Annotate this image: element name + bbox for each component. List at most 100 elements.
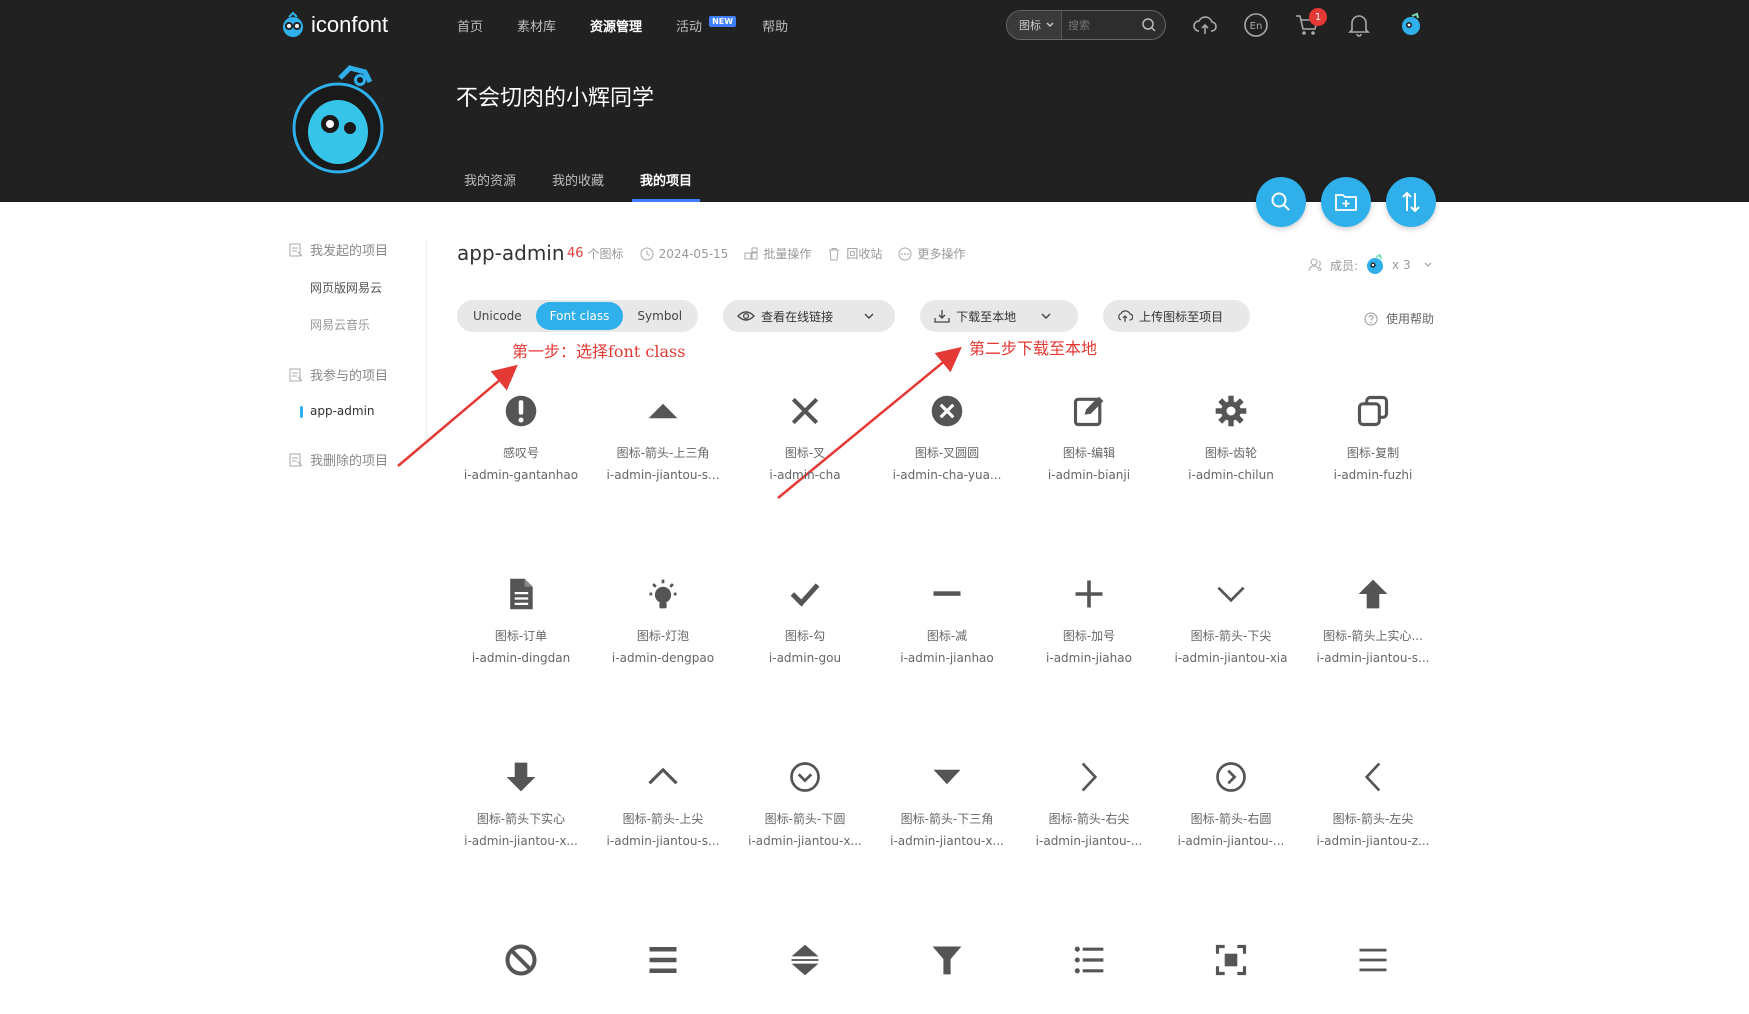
sidebar-item-app-admin[interactable]: app-admin (300, 404, 428, 418)
recycle-label: 回收站 (846, 247, 883, 261)
menu-icon (1308, 939, 1438, 981)
nav-help[interactable]: 帮助 (762, 16, 788, 35)
icon-card[interactable]: 图标-箭头-右尖 i-admin-jiantou-... (1024, 756, 1154, 848)
icon-name: 图标-箭头-右尖 (1048, 812, 1130, 826)
icon-card[interactable]: 图标-勾 i-admin-gou (740, 573, 870, 665)
icon-card[interactable]: 图标-箭头-上尖 i-admin-jiantou-s... (598, 756, 728, 848)
download-local-button[interactable]: 下载至本地 (920, 300, 1079, 332)
icon-card[interactable]: 图标-订单 i-admin-dingdan (456, 573, 586, 665)
icon-class-name: i-admin-dingdan (471, 651, 571, 665)
icon-card[interactable]: 图标-齿轮 i-admin-chilun (1166, 390, 1296, 482)
project-members[interactable]: 成员: x 3 (1308, 254, 1433, 276)
batch-label: 批量操作 (763, 247, 812, 261)
icon-card[interactable] (598, 939, 728, 981)
view-online-link-button[interactable]: 查看在线链接 (723, 300, 896, 332)
chevron-right-circle-icon (1166, 756, 1296, 798)
nav-resource-management[interactable]: 资源管理 (590, 16, 642, 35)
logo-icon (283, 11, 303, 37)
language-en-icon[interactable]: En (1243, 12, 1269, 38)
gear-icon (1166, 390, 1296, 432)
sidebar-section-joined[interactable]: 我参与的项目 (288, 365, 428, 384)
icon-card[interactable]: 图标-箭头-下三角 i-admin-jiantou-x... (882, 756, 1012, 848)
nav-activity[interactable]: 活动 NEW (676, 16, 737, 35)
upload-cloud-icon (1118, 310, 1134, 322)
icon-card[interactable] (740, 939, 870, 981)
upload-label: 上传图标至项目 (1139, 309, 1224, 324)
icon-name: 图标-叉 (784, 446, 826, 460)
tab-my-favorites[interactable]: 我的收藏 (552, 170, 604, 202)
minus-icon (882, 573, 1012, 615)
main-nav: 首页 素材库 资源管理 活动 NEW 帮助 (457, 16, 822, 35)
recycle-bin-button[interactable]: 回收站 (827, 245, 882, 262)
icon-card[interactable] (1166, 939, 1296, 981)
icon-card[interactable]: 图标-箭头-右圆 i-admin-jiantou-... (1166, 756, 1296, 848)
icon-class-name: i-admin-cha-yua... (892, 468, 1002, 482)
icon-card[interactable]: 图标-编辑 i-admin-bianji (1024, 390, 1154, 482)
icon-card[interactable]: 图标-复制 i-admin-fuzhi (1308, 390, 1438, 482)
upload-to-project-button[interactable]: 上传图标至项目 (1103, 300, 1251, 332)
bell-icon[interactable] (1346, 12, 1372, 38)
user-name: 不会切肉的小辉同学 (456, 86, 655, 111)
icon-card[interactable]: 图标-灯泡 i-admin-dengpao (598, 573, 728, 665)
format-symbol-tab[interactable]: Symbol (623, 302, 696, 330)
search-fab-button[interactable] (1256, 177, 1306, 227)
tab-my-projects[interactable]: 我的项目 (632, 170, 701, 202)
user-avatar-small[interactable] (1398, 12, 1424, 38)
view-online-label: 查看在线链接 (761, 309, 834, 324)
usage-help-link[interactable]: 使用帮助 (1364, 310, 1434, 327)
sidebar-item-web-netease[interactable]: 网页版网易云 (310, 279, 428, 296)
nav-home[interactable]: 首页 (457, 16, 483, 35)
tab-my-resources[interactable]: 我的资源 (464, 170, 516, 202)
project-meta: 46 个图标 2024-05-15 批量操作 回收站 更多操作 (567, 245, 965, 262)
icon-card[interactable]: 图标-箭头-下尖 i-admin-jiantou-xia (1166, 573, 1296, 665)
search-icon[interactable] (1141, 17, 1157, 33)
sidebar-section-title: 我删除的项目 (310, 454, 389, 469)
icon-card[interactable]: 感叹号 i-admin-gantanhao (456, 390, 586, 482)
new-folder-fab-button[interactable] (1321, 177, 1371, 227)
search-input[interactable] (1068, 18, 1138, 32)
icon-name: 图标-箭头上实心... (1323, 629, 1423, 643)
logo-text: iconfont (311, 12, 389, 37)
project-doc-icon (289, 243, 303, 256)
project-date-text: 2024-05-15 (658, 246, 729, 261)
sidebar-section-created[interactable]: 我发起的项目 (288, 240, 428, 259)
sidebar-item-netease-music[interactable]: 网易云音乐 (310, 316, 428, 333)
batch-operation-button[interactable]: 批量操作 (744, 245, 811, 262)
search-type-select[interactable]: 图标 (1007, 11, 1062, 39)
icon-count: 46 (567, 246, 584, 261)
user-avatar-large[interactable] (290, 58, 390, 178)
upload-cloud-icon[interactable] (1192, 12, 1218, 38)
arrow-down-solid-icon (456, 756, 586, 798)
iconfont-logo[interactable]: iconfont (279, 10, 388, 40)
icon-card[interactable]: 图标-加号 i-admin-jiahao (1024, 573, 1154, 665)
search-icon (1271, 192, 1290, 211)
icon-card[interactable] (882, 939, 1012, 981)
sidebar-section-deleted[interactable]: 我删除的项目 (288, 450, 428, 469)
chevron-right-icon (1024, 756, 1154, 798)
icon-name: 感叹号 (502, 446, 539, 460)
icon-card[interactable]: 图标-叉 i-admin-cha (740, 390, 870, 482)
format-unicode-tab[interactable]: Unicode (459, 302, 536, 330)
icon-card[interactable]: 图标-箭头下实心 i-admin-jiantou-x... (456, 756, 586, 848)
icon-card[interactable]: 图标-减 i-admin-jianhao (882, 573, 1012, 665)
icon-name: 图标-箭头-左尖 (1332, 812, 1414, 826)
download-icon (934, 310, 950, 323)
project-sidebar: 我发起的项目 网页版网易云 网易云音乐 我参与的项目 app-admin 我删除… (288, 240, 428, 489)
icon-name: 图标-箭头-下圆 (764, 812, 846, 826)
sort-fab-button[interactable] (1386, 177, 1436, 227)
chevron-down-icon (1424, 262, 1432, 267)
icon-card[interactable]: 图标-箭头-上三角 i-admin-jiantou-s... (598, 390, 728, 482)
project-date: 2024-05-15 (640, 246, 729, 261)
icon-card[interactable]: 图标-箭头上实心... i-admin-jiantou-s... (1308, 573, 1438, 665)
more-operations-button[interactable]: 更多操作 (898, 245, 965, 262)
format-font-class-tab[interactable]: Font class (535, 302, 624, 330)
nav-library[interactable]: 素材库 (517, 16, 556, 35)
icon-card[interactable] (1308, 939, 1438, 981)
icon-card[interactable]: 图标-箭头-左尖 i-admin-jiantou-z... (1308, 756, 1438, 848)
icon-name: 图标-箭头-下三角 (900, 812, 994, 826)
icon-card[interactable]: 图标-叉圆圆 i-admin-cha-yua... (882, 390, 1012, 482)
icon-card[interactable] (456, 939, 586, 981)
icon-card[interactable]: 图标-箭头-下圆 i-admin-jiantou-x... (740, 756, 870, 848)
icon-card[interactable] (1024, 939, 1154, 981)
icon-name: 图标-箭头-右圆 (1190, 812, 1272, 826)
